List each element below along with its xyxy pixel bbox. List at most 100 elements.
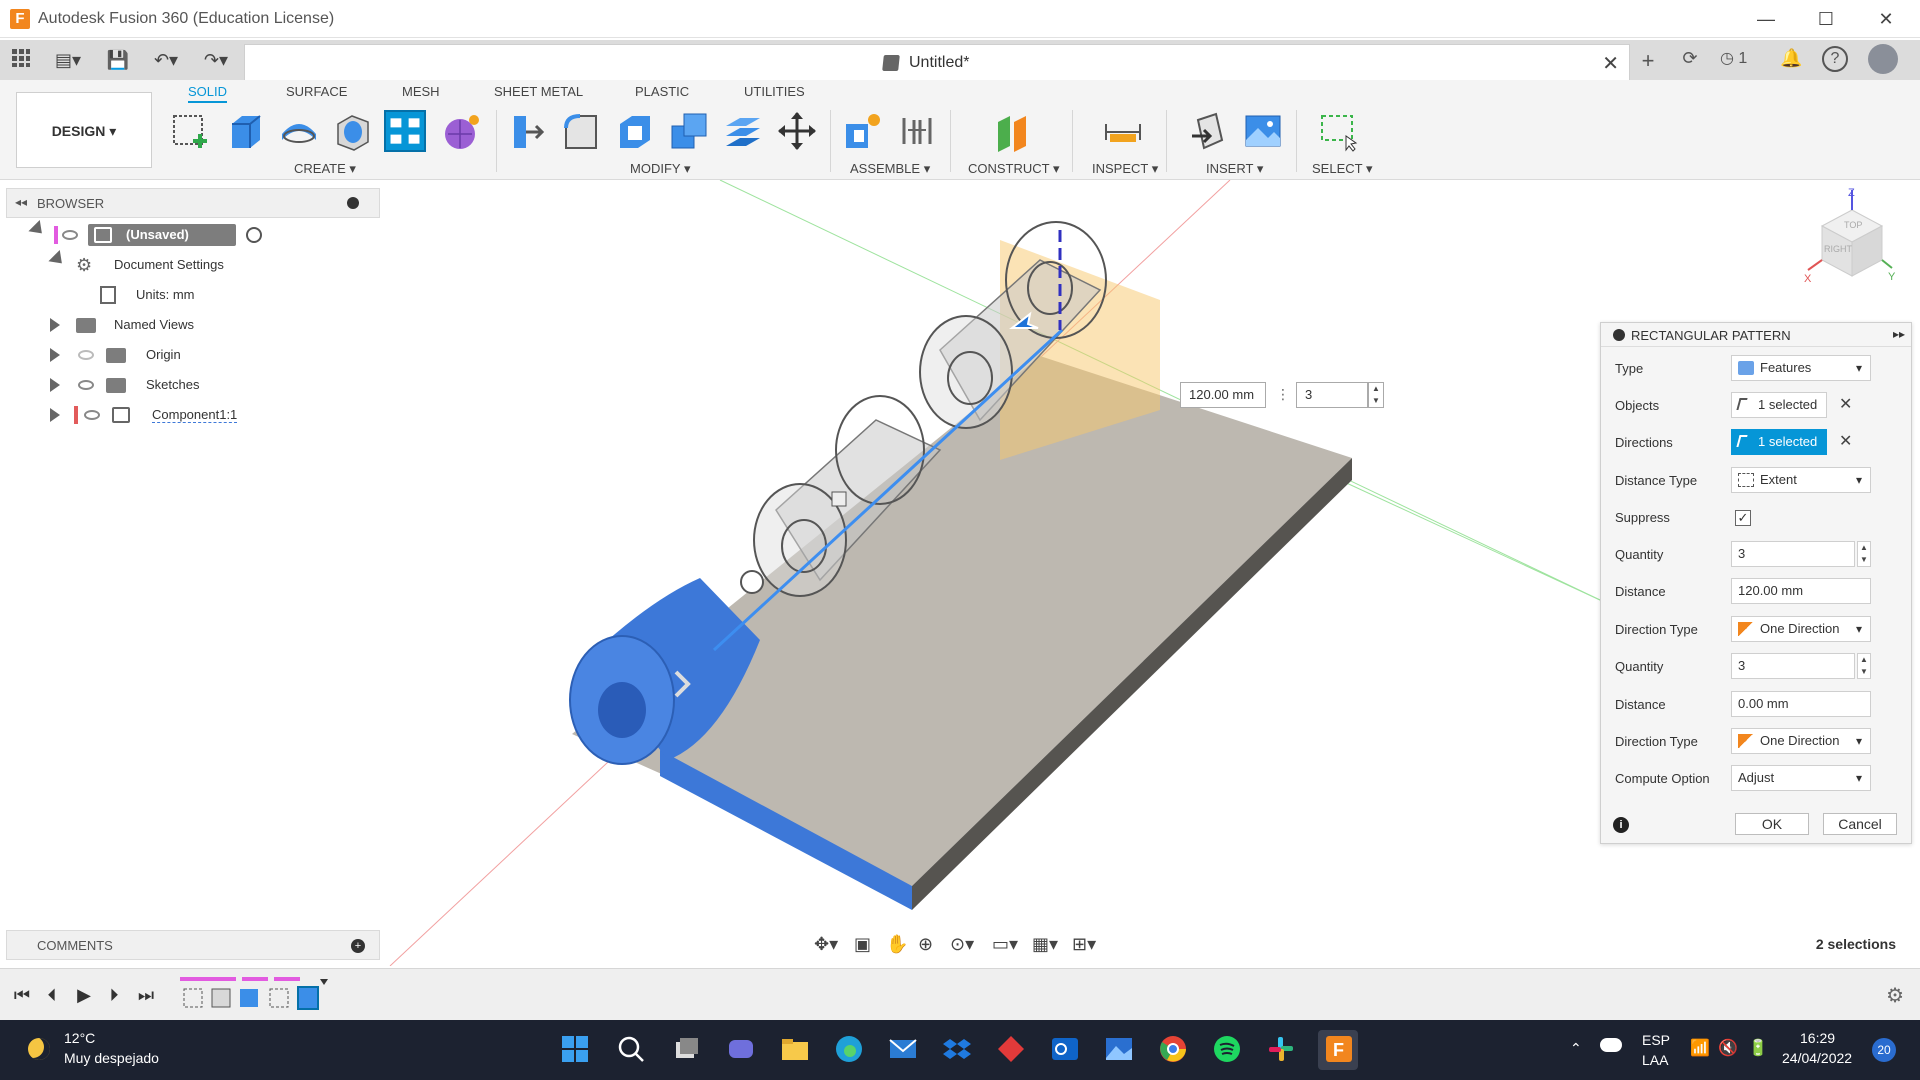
suppress-checkbox-icon[interactable]: [831, 491, 847, 507]
info-icon[interactable]: i: [1613, 817, 1629, 833]
tree-row-root[interactable]: (Unsaved): [26, 219, 276, 248]
timeline-next-icon[interactable]: ⏵: [102, 983, 126, 1007]
pan-icon[interactable]: ✋: [886, 934, 908, 955]
ok-button[interactable]: OK: [1735, 813, 1809, 835]
fusion-360-taskbar-icon[interactable]: F: [1324, 1034, 1354, 1064]
fillet-icon[interactable]: [560, 110, 602, 152]
offset-face-icon[interactable]: [722, 110, 764, 152]
type-select[interactable]: Features: [1731, 355, 1871, 381]
clear-directions-icon[interactable]: ✕: [1839, 431, 1852, 451]
photos-icon[interactable]: [1104, 1034, 1134, 1064]
grid-settings-icon[interactable]: ▦▾: [1032, 934, 1058, 955]
spotify-icon[interactable]: [1212, 1034, 1242, 1064]
create-sketch-icon[interactable]: [170, 110, 212, 152]
search-icon[interactable]: [616, 1034, 646, 1064]
mail-icon[interactable]: [888, 1034, 918, 1064]
rectangular-pattern-icon[interactable]: [384, 110, 426, 152]
offset-plane-icon[interactable]: [992, 110, 1034, 152]
canvas-quantity-spinner[interactable]: ▲ ▼: [1368, 382, 1384, 408]
weather-moon-icon[interactable]: [28, 1038, 50, 1060]
tab-mesh[interactable]: MESH: [402, 84, 440, 99]
undo-icon[interactable]: ↶▾: [148, 48, 184, 72]
zoom-icon[interactable]: ⊕: [918, 934, 933, 955]
hole-icon[interactable]: [332, 110, 374, 152]
distance-type-select[interactable]: Extent: [1731, 467, 1871, 493]
tree-row-document-settings[interactable]: ⚙ Document Settings: [48, 249, 248, 278]
browser-pin-icon[interactable]: [347, 197, 359, 209]
tree-row-sketches[interactable]: Sketches: [48, 372, 248, 398]
clear-objects-icon[interactable]: ✕: [1839, 394, 1852, 414]
minimize-button[interactable]: —: [1746, 6, 1786, 32]
data-panel-grid-icon[interactable]: [10, 48, 32, 72]
onedrive-cloud-icon[interactable]: [1600, 1038, 1622, 1052]
look-at-icon[interactable]: ▣: [854, 934, 871, 955]
speaker-muted-icon[interactable]: 🔇: [1718, 1038, 1738, 1058]
visibility-eye-icon[interactable]: [62, 230, 78, 240]
user-avatar[interactable]: [1868, 44, 1898, 74]
visibility-eye-icon[interactable]: [84, 410, 100, 420]
collapse-triangle-icon[interactable]: [28, 219, 48, 240]
insert-derive-icon[interactable]: [1188, 110, 1230, 152]
quantity-2-spinner[interactable]: ▲ ▼: [1857, 653, 1871, 679]
redo-icon[interactable]: ↷▾: [198, 48, 234, 72]
timeline-features[interactable]: [178, 975, 338, 1015]
timeline-end-icon[interactable]: ⏭: [134, 983, 158, 1007]
fit-icon[interactable]: ⊙▾: [950, 934, 974, 955]
file-explorer-icon[interactable]: [780, 1034, 810, 1064]
display-settings-icon[interactable]: ▭▾: [992, 934, 1018, 955]
suppress-checkbox[interactable]: ✓: [1735, 510, 1751, 526]
visibility-eye-icon[interactable]: [78, 380, 94, 390]
combine-icon[interactable]: [668, 110, 710, 152]
tree-row-named-views[interactable]: Named Views: [48, 312, 248, 338]
clock-time[interactable]: 16:29: [1800, 1030, 1835, 1046]
add-comment-icon[interactable]: +: [351, 939, 365, 953]
select-window-icon[interactable]: [1318, 110, 1360, 152]
job-status-icon[interactable]: ◷ 1: [1720, 48, 1760, 72]
assemble-menu[interactable]: ASSEMBLE ▾: [850, 161, 930, 177]
region-code[interactable]: LAA: [1642, 1052, 1668, 1068]
document-tab[interactable]: Untitled* ✕: [244, 44, 1630, 80]
press-pull-icon[interactable]: [506, 110, 548, 152]
tree-row-units[interactable]: Units: mm: [98, 282, 248, 308]
measure-icon[interactable]: [1102, 110, 1144, 152]
timeline-start-icon[interactable]: ⏮: [10, 983, 34, 1007]
timeline-previous-icon[interactable]: ⏴: [40, 983, 64, 1007]
close-window-button[interactable]: ✕: [1866, 6, 1906, 32]
shell-icon[interactable]: [614, 110, 656, 152]
orbit-icon[interactable]: ✥▾: [814, 934, 838, 955]
quantity-1-spinner[interactable]: ▲ ▼: [1857, 541, 1871, 567]
inspect-menu[interactable]: INSPECT ▾: [1092, 161, 1158, 177]
direction-type-1-select[interactable]: One Direction: [1731, 616, 1871, 642]
modify-menu[interactable]: MODIFY ▾: [630, 161, 690, 177]
hidden-eye-icon[interactable]: [78, 350, 94, 360]
quantity-1-input[interactable]: 3: [1731, 541, 1855, 567]
collapse-triangle-icon[interactable]: [48, 249, 68, 270]
windows-start-icon[interactable]: [560, 1034, 590, 1064]
move-icon[interactable]: [776, 110, 818, 152]
new-tab-button[interactable]: +: [1634, 48, 1662, 73]
collapse-browser-icon[interactable]: ◂◂: [15, 195, 27, 209]
dialog-expand-icon[interactable]: ▸▸: [1893, 327, 1905, 341]
tree-row-component[interactable]: Component1:1: [48, 402, 248, 428]
create-form-icon[interactable]: [440, 110, 482, 152]
quantity-manipulator-icon[interactable]: [740, 570, 764, 594]
notifications-icon[interactable]: 🔔: [1780, 48, 1808, 72]
distance-2-input[interactable]: 0.00 mm: [1731, 691, 1871, 717]
objects-selection-button[interactable]: 1 selected: [1731, 392, 1827, 418]
viewports-icon[interactable]: ⊞▾: [1072, 934, 1096, 955]
maximize-button[interactable]: ☐: [1806, 6, 1846, 32]
timeline-play-icon[interactable]: ▶: [72, 983, 96, 1007]
distance-1-input[interactable]: 120.00 mm: [1731, 578, 1871, 604]
direction-type-2-select[interactable]: One Direction: [1731, 728, 1871, 754]
tab-surface[interactable]: SURFACE: [286, 84, 347, 99]
tray-overflow-icon[interactable]: ⌃: [1570, 1040, 1582, 1057]
activate-radio-icon[interactable]: [246, 227, 262, 243]
insert-menu[interactable]: INSERT ▾: [1206, 161, 1263, 177]
battery-icon[interactable]: 🔋: [1748, 1038, 1768, 1058]
new-component-icon[interactable]: [842, 110, 884, 152]
edge-browser-icon[interactable]: [834, 1034, 864, 1064]
file-menu-icon[interactable]: ▤▾: [50, 48, 86, 72]
tree-row-origin[interactable]: Origin: [48, 342, 248, 368]
workspace-switcher[interactable]: DESIGN ▾: [16, 92, 152, 168]
canvas-input-grip-icon[interactable]: ⋮: [1276, 386, 1290, 403]
